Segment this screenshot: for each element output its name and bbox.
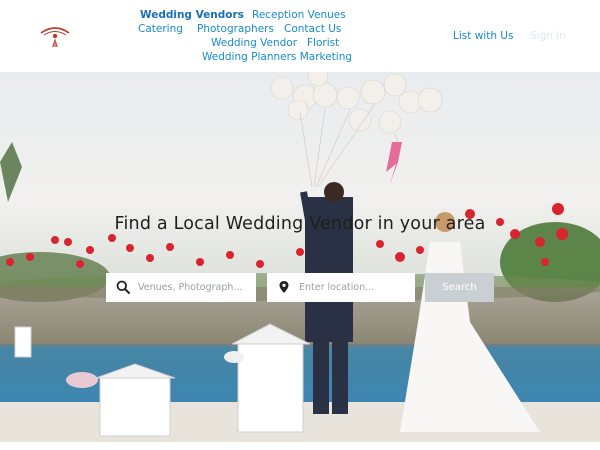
search-where-input[interactable] — [299, 273, 411, 302]
nav-wedding-vendors[interactable]: Wedding Vendors — [140, 9, 244, 21]
sign-in-link[interactable]: Sign in — [530, 30, 566, 42]
map-pin-icon — [279, 281, 289, 293]
nav-reception-venues[interactable]: Reception Venues — [252, 9, 346, 21]
search-button[interactable]: Search — [425, 273, 494, 302]
nav-wedding-vendor[interactable]: Wedding Vendor — [211, 37, 297, 49]
search-icon — [116, 280, 130, 294]
hero-background-image — [0, 72, 600, 442]
search-what-field[interactable] — [106, 273, 256, 302]
nav-florist[interactable]: Florist — [307, 37, 339, 49]
hero-title: Find a Local Wedding Vendor in your area — [114, 214, 486, 234]
site-header: Wedding Vendors Reception Venues Caterin… — [0, 0, 600, 72]
list-with-us-link[interactable]: List with Us — [453, 30, 513, 42]
nav-contact-us[interactable]: Contact Us — [284, 23, 341, 35]
hero-section: Find a Local Wedding Vendor in your area… — [0, 72, 600, 442]
nav-photographers[interactable]: Photographers — [197, 23, 274, 35]
search-what-input[interactable] — [138, 273, 252, 302]
site-logo[interactable] — [38, 22, 72, 48]
search-where-field[interactable] — [267, 273, 415, 302]
page-bottom-strip — [0, 442, 600, 450]
nav-catering[interactable]: Catering — [138, 23, 183, 35]
nav-wedding-planners-marketing[interactable]: Wedding Planners Marketing — [202, 51, 352, 63]
